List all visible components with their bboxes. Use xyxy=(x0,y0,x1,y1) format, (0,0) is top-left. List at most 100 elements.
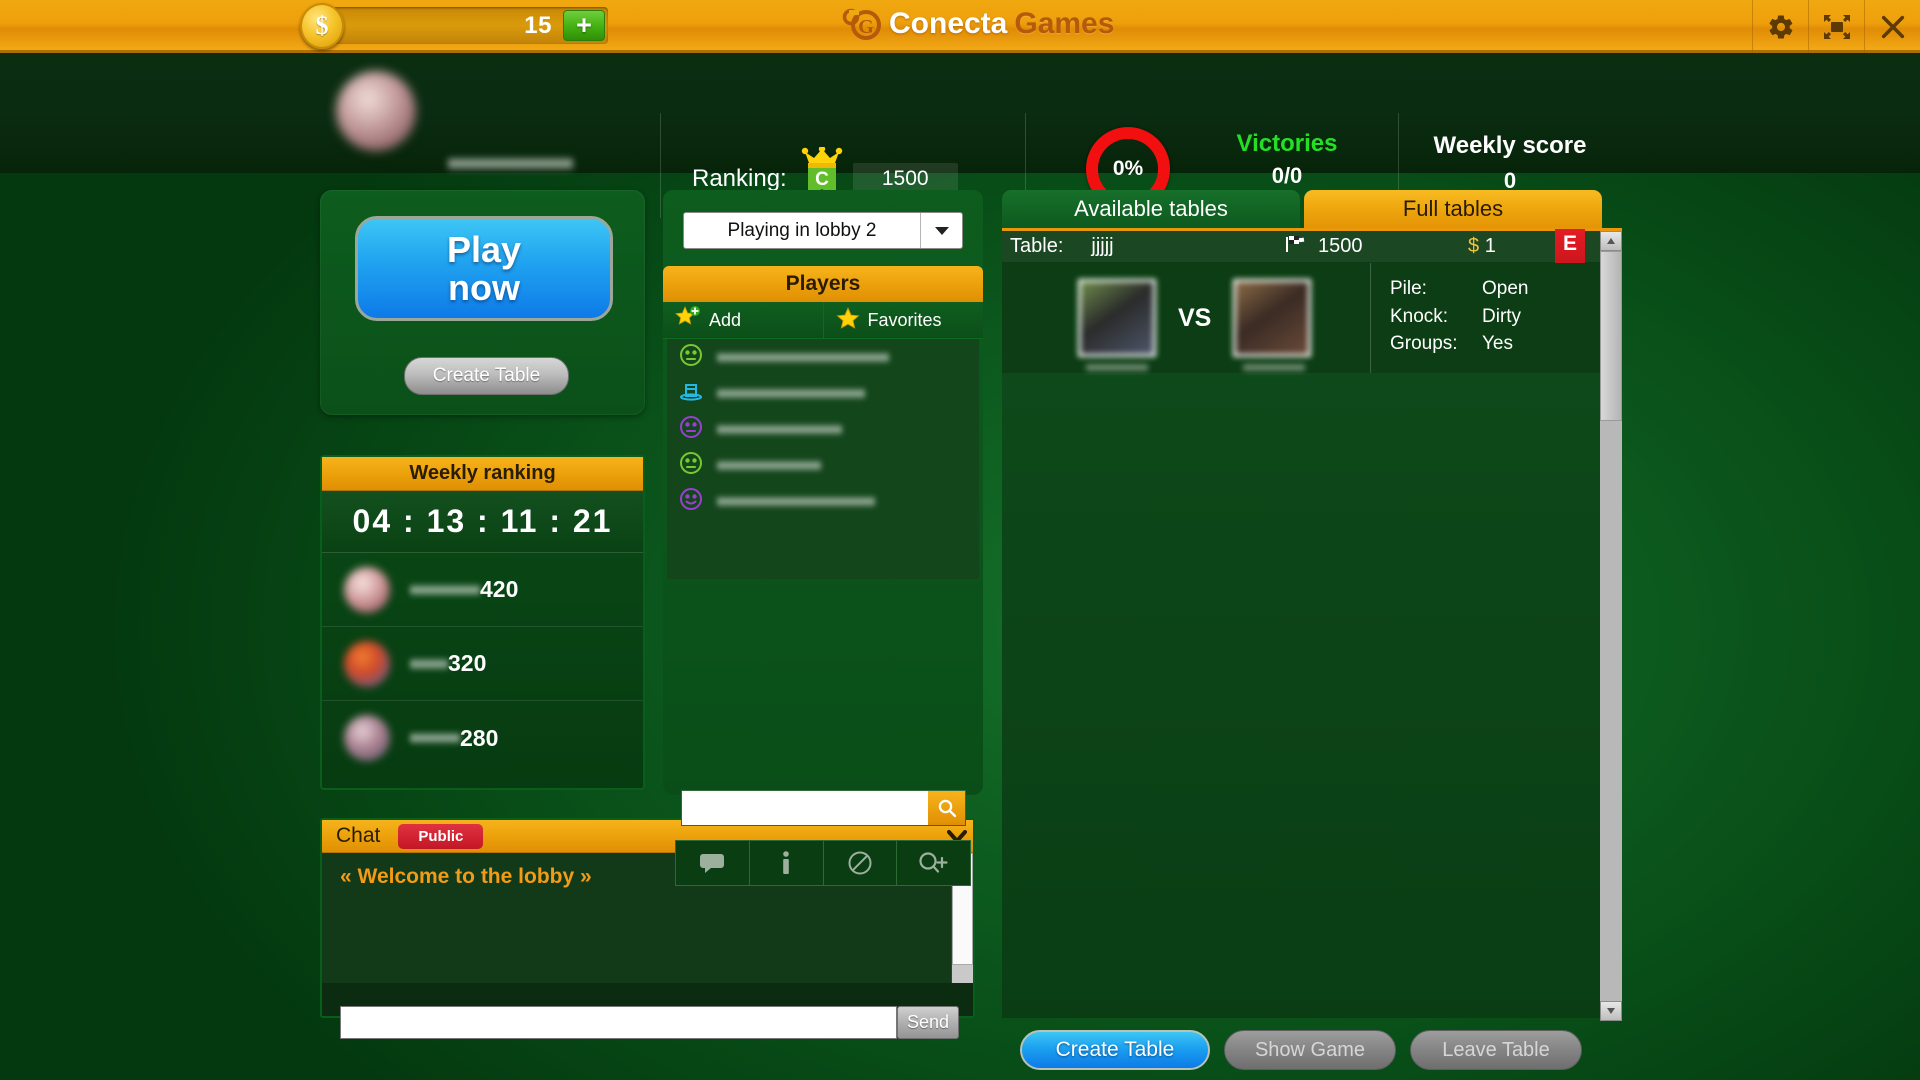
avatar xyxy=(344,715,390,761)
players-tabs: Add Favorites xyxy=(663,302,983,339)
fullscreen-icon[interactable] xyxy=(1808,0,1864,53)
chat-input[interactable] xyxy=(340,1006,897,1039)
player-name xyxy=(410,732,460,744)
chat-scope-badge[interactable]: Public xyxy=(398,823,484,849)
list-item[interactable]: 420 xyxy=(322,553,643,627)
send-button[interactable]: Send xyxy=(897,1006,959,1039)
avatar[interactable] xyxy=(336,71,416,151)
favorites-label: Favorites xyxy=(867,309,942,330)
tables-scroll-thumb[interactable] xyxy=(1600,251,1622,421)
chat-input-row: Send xyxy=(322,1004,977,1041)
player-points: 320 xyxy=(448,650,487,676)
table-name[interactable]: jjjjj xyxy=(1091,235,1113,258)
player-search-input[interactable] xyxy=(682,791,928,825)
player-name xyxy=(717,459,821,471)
weekly-ranking-timer: 04 : 13 : 11 : 21 xyxy=(322,491,643,553)
table-row[interactable]: Table: jjjjj 1500 $ 1 E xyxy=(1002,229,1600,278)
weekly-score-label: Weekly score xyxy=(1433,132,1587,159)
leave-table-button[interactable]: Leave Table xyxy=(1410,1030,1582,1070)
create-table-button-left[interactable]: Create Table xyxy=(404,357,569,395)
add-player-tab[interactable]: Add xyxy=(663,302,823,338)
avatar xyxy=(344,640,390,687)
table-rating-value: 1500 xyxy=(1318,235,1363,257)
checkered-flag-icon xyxy=(1284,234,1310,260)
show-game-button[interactable]: Show Game xyxy=(1224,1030,1396,1070)
victories-value: 0/0 xyxy=(1271,163,1303,188)
setting-value: Open xyxy=(1482,278,1529,299)
player-photo xyxy=(1078,279,1156,357)
lobby-select[interactable]: Playing in lobby 2 xyxy=(683,212,963,249)
list-item[interactable] xyxy=(667,447,979,483)
tables-scrollbar[interactable] xyxy=(1600,231,1622,1021)
setting-key: Groups: xyxy=(1390,333,1458,355)
dollar-coin-icon: $ xyxy=(300,3,344,49)
neutral-face-icon xyxy=(679,343,703,372)
list-item[interactable] xyxy=(667,375,979,411)
tables-tabs: Available tables Full tables xyxy=(1002,190,1602,228)
list-item[interactable]: 280 xyxy=(322,701,643,775)
player-slot-2 xyxy=(1233,279,1312,372)
table-settings: Pile: Open Knock: Dirty Groups: Yes xyxy=(1390,275,1528,358)
add-coins-button[interactable]: + xyxy=(563,10,605,41)
tables-area: Table: jjjjj 1500 $ 1 E VS Pile: Open Kn… xyxy=(1002,228,1622,1021)
play-now-button[interactable]: Play now xyxy=(355,216,613,321)
player-photo xyxy=(1233,279,1312,357)
currency-symbol: $ xyxy=(1468,235,1480,257)
player-slot-1 xyxy=(1078,279,1156,372)
list-item[interactable]: 320 xyxy=(322,627,643,701)
player-name xyxy=(1086,363,1148,372)
setting-knock: Knock: Dirty xyxy=(1390,303,1528,331)
coin-balance-value: 15 xyxy=(524,11,552,39)
tab-available-tables[interactable]: Available tables xyxy=(1002,190,1300,228)
zoom-in-icon[interactable] xyxy=(896,841,970,885)
chevron-down-icon[interactable] xyxy=(920,213,962,248)
player-name xyxy=(1243,363,1306,372)
table-label: Table: xyxy=(1010,235,1064,257)
players-list[interactable] xyxy=(667,339,979,579)
play-now-line2: now xyxy=(448,266,520,308)
close-icon[interactable] xyxy=(1864,0,1920,53)
setting-key: Knock: xyxy=(1390,305,1449,327)
player-name xyxy=(410,583,480,596)
table-bet-value: 1 xyxy=(1484,235,1496,257)
logo-text-primary: Conecta xyxy=(889,7,1008,40)
favorites-tab[interactable]: Favorites xyxy=(822,302,983,338)
list-item[interactable] xyxy=(667,483,979,519)
list-item[interactable] xyxy=(667,411,979,447)
list-item[interactable] xyxy=(667,339,979,375)
window-controls xyxy=(1752,0,1920,53)
avatar xyxy=(344,566,390,613)
app-logo: G Conecta Games xyxy=(842,6,1114,42)
players-title: Players xyxy=(663,266,983,302)
top-hat-icon xyxy=(679,379,703,408)
info-icon[interactable] xyxy=(748,841,823,885)
divider xyxy=(1370,263,1371,373)
caret-down-icon[interactable] xyxy=(1600,1001,1622,1021)
weekly-ranking-panel: Weekly ranking 04 : 13 : 11 : 21 420 320… xyxy=(320,455,645,790)
smiley-face-icon xyxy=(679,487,703,516)
search-icon[interactable] xyxy=(928,791,965,825)
coin-balance-widget: $ 15 + xyxy=(300,3,608,49)
win-percent-value: 0% xyxy=(1112,157,1144,180)
player-name xyxy=(448,157,573,170)
tab-full-tables[interactable]: Full tables xyxy=(1304,190,1602,228)
chat-bubble-icon[interactable] xyxy=(676,841,749,885)
conecta-logo-icon: G xyxy=(842,8,881,40)
table-bet: $ 1 xyxy=(1468,235,1496,258)
caret-up-icon[interactable] xyxy=(1600,231,1622,251)
setting-value: Dirty xyxy=(1482,305,1522,327)
create-table-button-bottom[interactable]: Create Table xyxy=(1020,1030,1210,1070)
play-now-line1: Play xyxy=(446,228,522,270)
block-icon[interactable] xyxy=(822,841,897,885)
profile-bar: Ranking: C 1500 0% Victories 0/0 Weekly … xyxy=(0,53,1920,218)
table-rating: 1500 xyxy=(1284,234,1363,260)
lobby-select-value: Playing in lobby 2 xyxy=(727,219,877,241)
top-bar: $ 15 + G Conecta Games xyxy=(0,0,1920,53)
player-name xyxy=(717,495,875,507)
divider xyxy=(660,113,661,218)
table-action-buttons: Create Table Show Game Leave Table xyxy=(1020,1030,1582,1070)
svg-text:G: G xyxy=(858,16,874,38)
players-panel: Playing in lobby 2 Players Add Favorites xyxy=(663,190,983,886)
player-name xyxy=(717,387,865,399)
gear-icon[interactable] xyxy=(1752,0,1808,53)
